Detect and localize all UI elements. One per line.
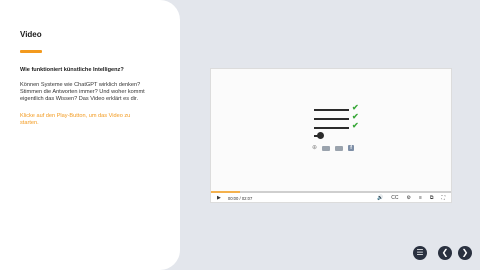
- check-icon: ✔: [352, 112, 359, 121]
- prev-button[interactable]: ❮: [438, 246, 452, 260]
- captions-icon[interactable]: CC: [391, 193, 398, 204]
- chapters-icon[interactable]: ≡: [419, 193, 422, 204]
- player-controls: ▶ 00:00 / 02:07 🔊 CC ⚙ ≡ ⧉ ⛶: [211, 193, 451, 204]
- checklist-line: [314, 109, 349, 111]
- checklist-illustration: ✔ ✔ ✔: [314, 103, 360, 133]
- play-hint-text: Klicke auf den Play-Button, um das Video…: [20, 113, 131, 127]
- settings-icon[interactable]: ⚙: [407, 193, 411, 204]
- menu-button[interactable]: ☰: [413, 246, 427, 260]
- controls-right: 🔊 CC ⚙ ≡ ⧉ ⛶: [377, 193, 445, 204]
- title-accent-bar: [20, 50, 42, 53]
- illustration-play-dot: [317, 132, 324, 139]
- checklist-line: [314, 127, 349, 129]
- globe-icon: ⊕: [312, 145, 318, 151]
- play-button[interactable]: ▶: [217, 193, 221, 204]
- question-heading: Wie funktioniert künstliche Intelligenz?: [20, 66, 124, 73]
- facebook-icon: f: [348, 145, 355, 151]
- share-icons: ⊕ f: [312, 145, 355, 151]
- fullscreen-icon[interactable]: ⛶: [441, 193, 445, 204]
- link-icon: [335, 145, 344, 151]
- description-text: Können Systeme wie ChatGPT wirklich denk…: [20, 81, 145, 102]
- next-button[interactable]: ❯: [458, 246, 472, 260]
- pip-icon[interactable]: ⧉: [430, 193, 434, 204]
- volume-icon[interactable]: 🔊: [377, 193, 383, 204]
- check-icon: ✔: [352, 121, 359, 130]
- check-icon: ✔: [352, 103, 359, 112]
- info-panel: Video Wie funktioniert künstliche Intell…: [0, 0, 180, 270]
- page-title: Video: [20, 30, 42, 39]
- video-canvas[interactable]: ✔ ✔ ✔ ⊕ f: [211, 69, 451, 191]
- time-display: 00:00 / 02:07: [227, 196, 253, 201]
- checklist-line: [314, 118, 349, 120]
- mail-icon: [322, 145, 331, 151]
- video-player[interactable]: ✔ ✔ ✔ ⊕ f ▶ 00:00 / 02:07 🔊 CC ⚙ ≡ ⧉ ⛶: [210, 68, 452, 203]
